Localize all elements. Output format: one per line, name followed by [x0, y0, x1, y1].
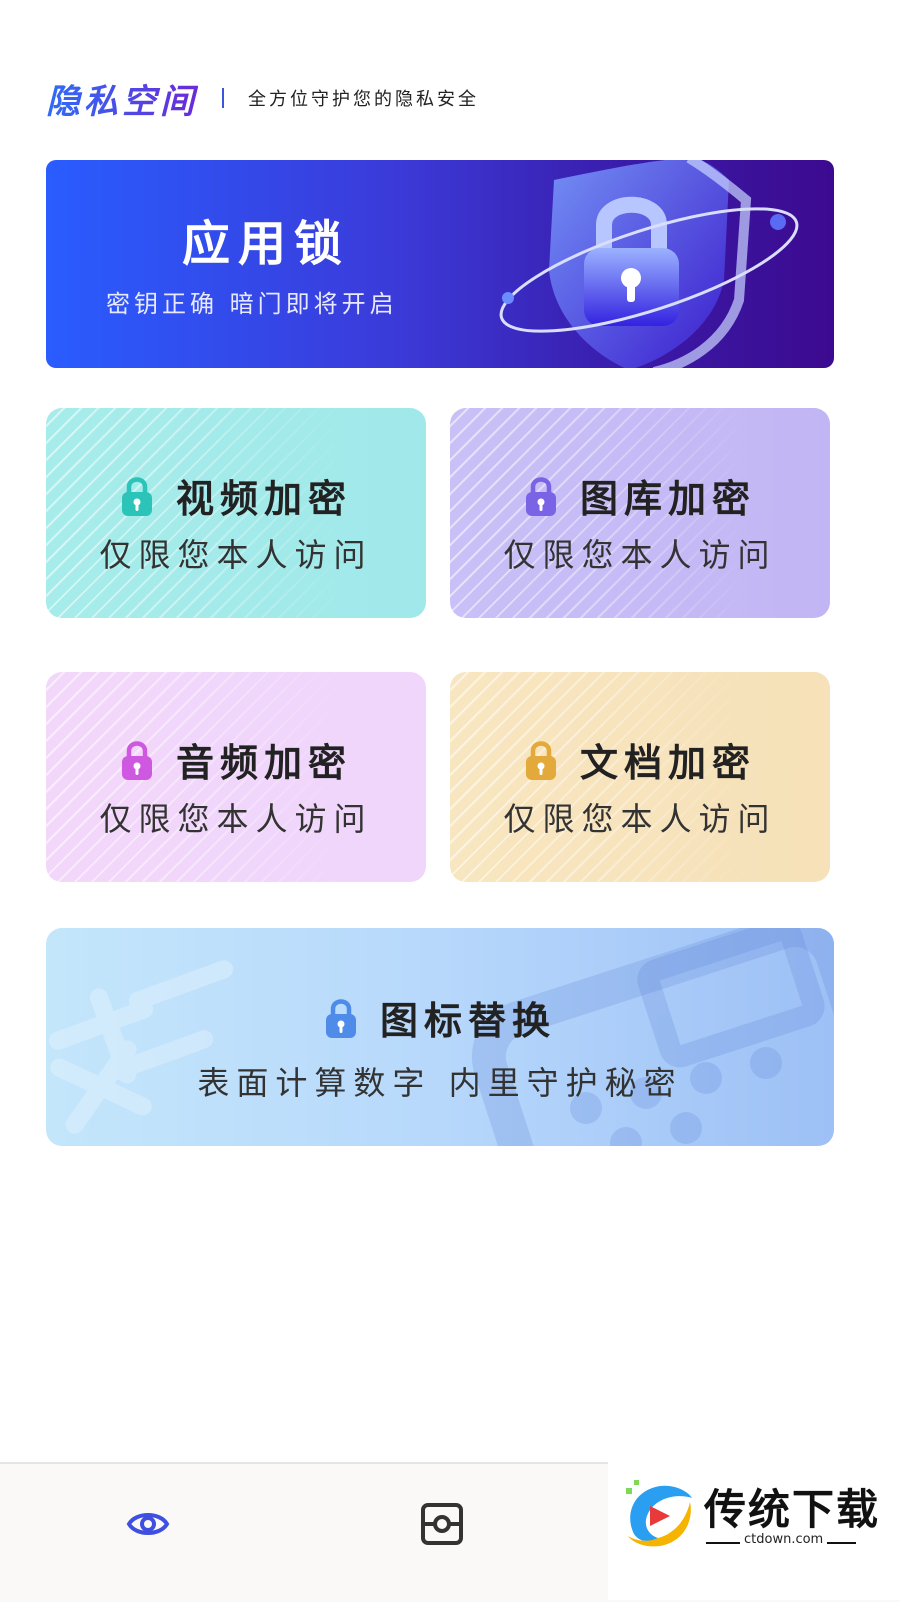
- card-title-row: 音频加密: [46, 732, 426, 787]
- lock-icon: [121, 476, 152, 516]
- card-title-row: 视频加密: [46, 468, 426, 523]
- watermark-text: 传统下载: [704, 1485, 881, 1534]
- icon-replace-card[interactable]: 图标替换 表面计算数字 内里守护秘密: [46, 928, 834, 1146]
- nav-privacy-tab[interactable]: [118, 1494, 178, 1554]
- card-subtitle: 仅限您本人访问: [503, 536, 777, 574]
- app-lock-banner[interactable]: 应用锁 密钥正确 暗门即将开启: [46, 160, 834, 368]
- eye-icon: [126, 1513, 170, 1535]
- watermark-logo-icon: [626, 1480, 692, 1547]
- card-title: 音频加密: [175, 741, 352, 785]
- app-brand: 隐私空间: [46, 74, 198, 123]
- watermark-url: ctdown.com: [740, 1532, 828, 1547]
- banner-title: 应用锁: [182, 216, 351, 272]
- card-title-row: 图标替换: [46, 990, 834, 1045]
- card-title: 图库加密: [579, 477, 756, 521]
- lock-icon: [525, 476, 556, 516]
- card-title: 文档加密: [579, 741, 756, 785]
- card-subtitle: 仅限您本人访问: [503, 800, 777, 838]
- lock-icon: [525, 740, 556, 780]
- card-title-row: 图库加密: [450, 468, 830, 523]
- header-tagline: 全方位守护您的隐私安全: [248, 89, 479, 110]
- header-divider: [222, 88, 224, 108]
- header: 隐私空间 全方位守护您的隐私安全: [46, 74, 479, 123]
- card-subtitle: 仅限您本人访问: [99, 536, 373, 574]
- card-title-row: 文档加密: [450, 732, 830, 787]
- nav-camera-tab[interactable]: [412, 1494, 472, 1554]
- gallery-encrypt-card[interactable]: 图库加密 仅限您本人访问: [450, 408, 830, 618]
- card-subtitle: 仅限您本人访问: [99, 800, 373, 838]
- lock-icon: [325, 998, 356, 1038]
- card-title: 图标替换: [379, 999, 556, 1043]
- card-subtitle: 表面计算数字 内里守护秘密: [197, 1064, 683, 1102]
- card-title: 视频加密: [175, 477, 352, 521]
- video-encrypt-card[interactable]: 视频加密 仅限您本人访问: [46, 408, 426, 618]
- document-encrypt-card[interactable]: 文档加密 仅限您本人访问: [450, 672, 830, 882]
- watermark: 传统下载 ctdown.com: [608, 1462, 900, 1600]
- audio-encrypt-card[interactable]: 音频加密 仅限您本人访问: [46, 672, 426, 882]
- lock-icon: [121, 740, 152, 780]
- banner-subtitle: 密钥正确 暗门即将开启: [106, 290, 398, 318]
- shield-lock-icon: [499, 160, 799, 368]
- camera-box-icon: [421, 1503, 463, 1545]
